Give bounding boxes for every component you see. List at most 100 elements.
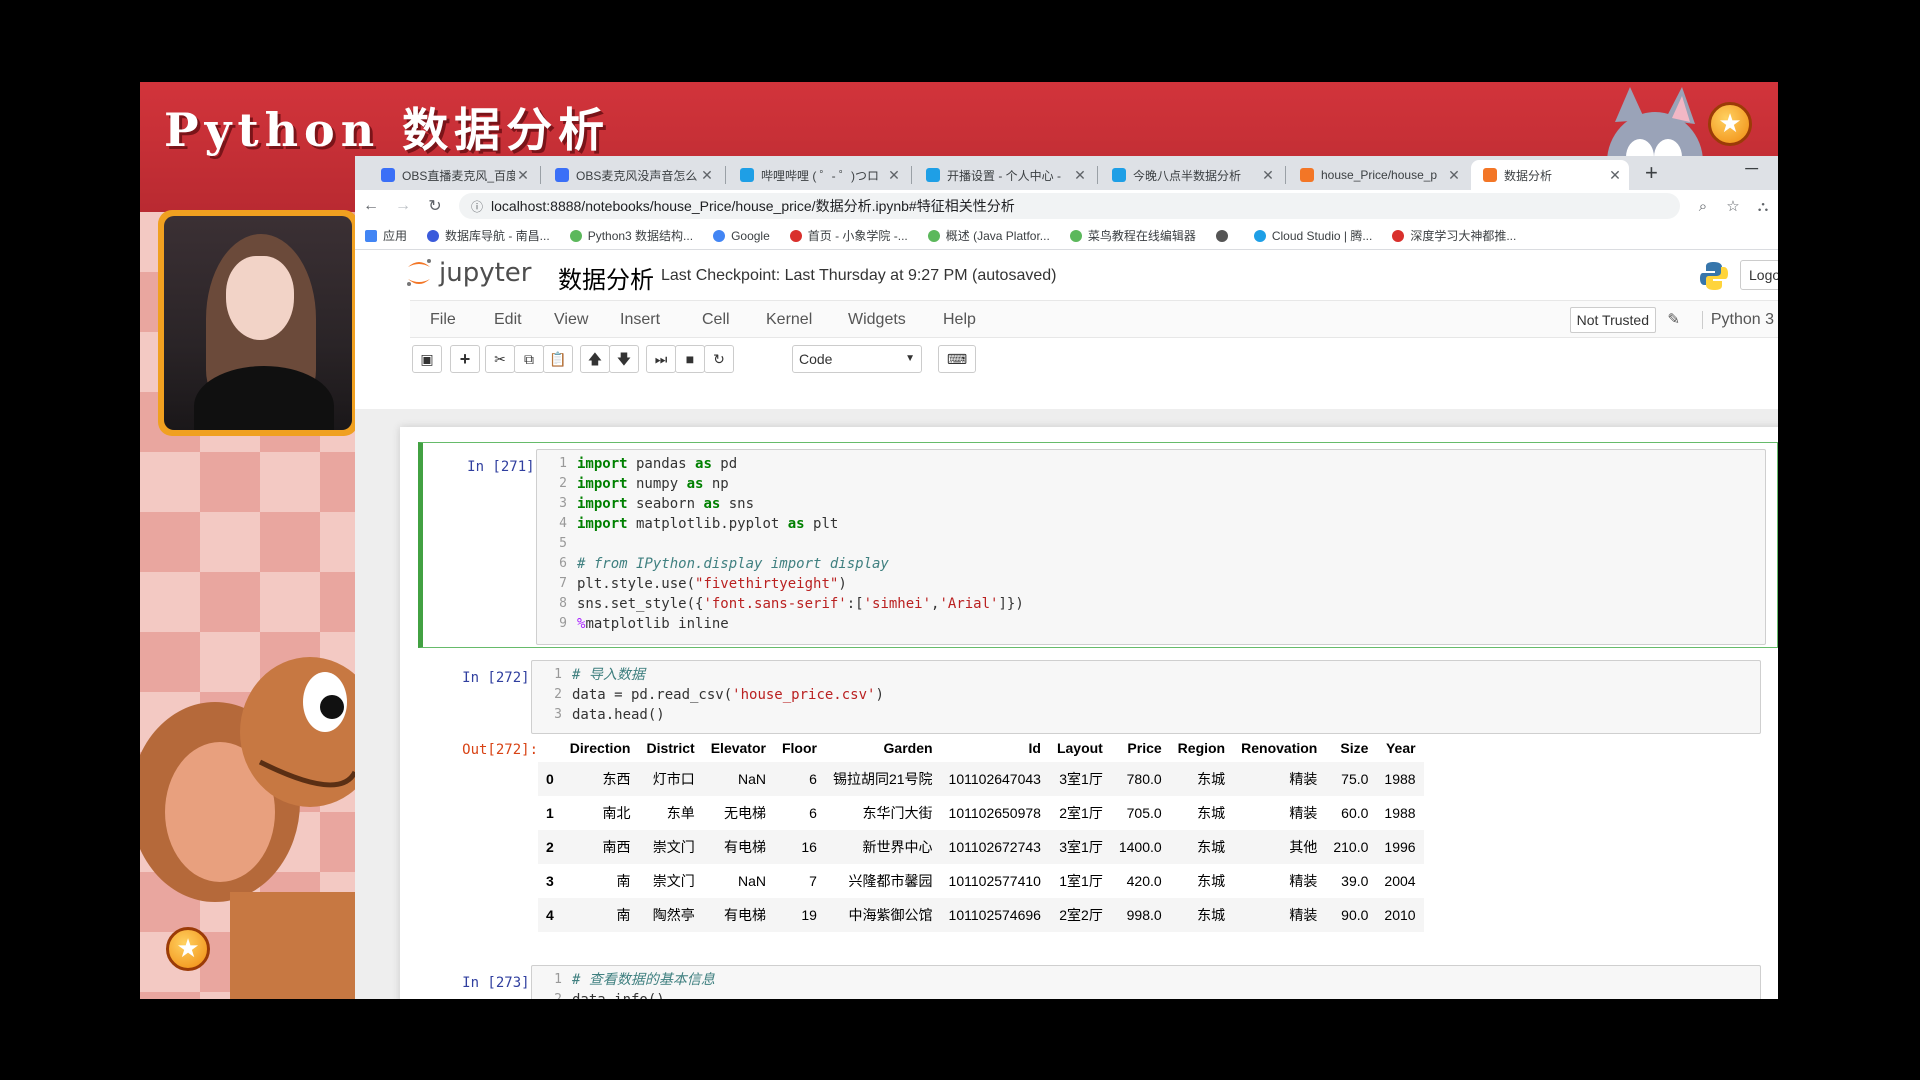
close-icon[interactable]: ✕ xyxy=(886,167,902,184)
browser-tab[interactable]: 今晚八点半数据分析 ✕ xyxy=(1100,160,1282,190)
bookmark-favicon-icon xyxy=(1392,229,1405,242)
table-cell: 精装 xyxy=(1289,771,1318,787)
column-header: Floor xyxy=(781,740,817,756)
table-cell: 1996 xyxy=(1384,839,1416,855)
table-cell: NaN xyxy=(737,771,766,787)
close-icon[interactable]: ✕ xyxy=(699,167,715,184)
browser-tab[interactable]: house_Price/house_p ✕ xyxy=(1288,160,1468,190)
close-icon[interactable]: ✕ xyxy=(1072,167,1088,184)
close-icon[interactable]: ✕ xyxy=(1260,167,1276,184)
bookmark-item[interactable]: 菜鸟教程在线编辑器 xyxy=(1069,227,1196,244)
bookmark-item[interactable]: Python3 数据结构... xyxy=(569,227,693,244)
minimize-icon[interactable]: ─ xyxy=(1745,158,1758,179)
table-cell: 南北 xyxy=(602,805,631,821)
browser-tab[interactable]: OBS直播麦克风_百度 ✕ xyxy=(369,160,537,190)
run-icon[interactable]: ⏭ xyxy=(646,345,676,373)
menu-cell[interactable]: Cell xyxy=(702,311,730,329)
code-editor[interactable]: 1 import pandas as pd 2 import numpy as np… xyxy=(536,449,1766,645)
code-cell[interactable]: In [271]: 1 import pandas as pd 2 import n… xyxy=(418,442,1778,648)
table-cell: 有电梯 xyxy=(723,907,766,923)
table-cell: 60.0 xyxy=(1341,805,1369,821)
tab-strip: OBS直播麦克风_百度 ✕ OBS麦克风没声音怎么 ✕ 哔哩哔哩 ( ゜- ゜)… xyxy=(355,156,1778,190)
copy-icon[interactable]: ⧉ xyxy=(514,345,544,373)
back-arrow-icon[interactable]: ← xyxy=(355,197,387,215)
close-icon[interactable]: ✕ xyxy=(515,167,531,184)
table-cell: 75.0 xyxy=(1341,771,1369,787)
move-up-icon[interactable]: 🡅 xyxy=(580,345,610,373)
jupyter-favicon-icon xyxy=(1483,168,1497,182)
browser-tab[interactable]: 哔哩哔哩 ( ゜- ゜)つロ ✕ xyxy=(728,160,908,190)
table-cell: 锡拉胡同21号院 xyxy=(832,771,933,787)
row-index: 4 xyxy=(546,907,554,923)
cell-type-select[interactable]: Code ▼ xyxy=(792,345,922,373)
bookmark-item[interactable]: 深度学习大神都推... xyxy=(1392,227,1516,244)
column-header: District xyxy=(646,740,695,756)
move-down-icon[interactable]: 🡇 xyxy=(609,345,639,373)
paw-icon xyxy=(555,168,569,182)
browser-tab[interactable]: OBS麦克风没声音怎么 ✕ xyxy=(543,160,721,190)
paste-icon[interactable]: 📋 xyxy=(543,345,573,373)
cut-icon[interactable]: ✂ xyxy=(485,345,515,373)
bookmark-item[interactable] xyxy=(1215,229,1234,242)
menu-view[interactable]: View xyxy=(554,311,588,329)
row-index: 2 xyxy=(546,839,554,855)
code-cell[interactable]: In [272]: 1 # 导入数据 2 data = pd.read_csv('h… xyxy=(418,654,1778,954)
browser-tab-active[interactable]: 数据分析 ✕ xyxy=(1471,160,1629,190)
stop-icon[interactable]: ■ xyxy=(675,345,705,373)
save-icon[interactable]: ▣ xyxy=(412,345,442,373)
checkpoint-status: Last Checkpoint: Last Thursday at 9:27 P… xyxy=(661,267,1057,284)
new-tab-button[interactable]: + xyxy=(1645,160,1658,186)
jupyter-favicon-icon xyxy=(1300,168,1314,182)
notebook-name[interactable]: 数据分析 xyxy=(558,260,654,295)
logout-button[interactable]: Logo xyxy=(1740,260,1778,290)
table-cell: 南 xyxy=(616,907,631,923)
tv-icon xyxy=(740,168,754,182)
code-editor[interactable]: 1 # 导入数据 2 data = pd.read_csv('house_price… xyxy=(531,660,1761,734)
table-cell: 1400.0 xyxy=(1118,839,1162,855)
star-badge-icon: ★ xyxy=(166,927,210,971)
table-cell: 2室2厅 xyxy=(1059,907,1103,923)
star-badge-icon: ★ xyxy=(1708,102,1752,146)
info-icon[interactable]: ⓘ xyxy=(471,198,483,215)
restart-icon[interactable]: ↻ xyxy=(704,345,734,373)
url-bar[interactable]: ⓘ localhost:8888/notebooks/house_Price/h… xyxy=(459,193,1680,219)
code-editor[interactable]: 1# 查看数据的基本信息 2data.info() xyxy=(531,965,1761,999)
table-cell: 东城 xyxy=(1197,771,1226,787)
bookmark-item[interactable]: 应用 xyxy=(365,227,407,244)
apps-grid-icon xyxy=(365,229,377,242)
column-header: Id xyxy=(1028,740,1041,756)
menu-widgets[interactable]: Widgets xyxy=(848,311,906,329)
table-cell: 3室1厅 xyxy=(1059,771,1103,787)
keyboard-icon[interactable]: ⌨ xyxy=(938,345,976,373)
bookmark-item[interactable]: 概述 (Java Platfor... xyxy=(927,227,1050,244)
bookmark-favicon-icon xyxy=(1069,229,1082,242)
menu-insert[interactable]: Insert xyxy=(620,311,660,329)
close-icon[interactable]: ✕ xyxy=(1446,167,1462,184)
menu-kernel[interactable]: Kernel xyxy=(766,311,812,329)
menu-file[interactable]: File xyxy=(430,311,456,329)
pencil-icon[interactable]: ✎ xyxy=(1667,310,1680,328)
table-cell: 3室1厅 xyxy=(1059,839,1103,855)
bookmark-item[interactable]: Cloud Studio | 腾... xyxy=(1253,227,1372,244)
bookmark-star-icon[interactable]: ☆ xyxy=(1718,197,1748,215)
reload-icon[interactable]: ↻ xyxy=(419,196,451,216)
browser-tab[interactable]: 开播设置 - 个人中心 - ✕ xyxy=(914,160,1094,190)
code-cell[interactable]: In [273]: 1# 查看数据的基本信息 2data.info() xyxy=(418,959,1778,999)
extension-icon[interactable]: ⛬ xyxy=(1748,198,1778,215)
jupyter-logo[interactable]: jupyter xyxy=(405,258,531,288)
trust-button[interactable]: Not Trusted xyxy=(1569,307,1656,333)
bookmark-item[interactable]: 首页 - 小象学院 -... xyxy=(789,227,908,244)
notebook-page: In [271]: 1 import pandas as pd 2 import n… xyxy=(400,427,1778,999)
zoom-icon[interactable]: ⌕ xyxy=(1688,198,1718,215)
close-icon[interactable]: ✕ xyxy=(1607,167,1623,184)
table-cell: 780.0 xyxy=(1126,771,1162,787)
menu-help[interactable]: Help xyxy=(943,311,976,329)
table-cell: 2室1厅 xyxy=(1059,805,1103,821)
table-cell: 101102574696 xyxy=(948,907,1041,923)
bookmark-item[interactable]: 数据库导航 - 南昌... xyxy=(427,227,550,244)
bookmark-item[interactable]: Google xyxy=(713,229,770,243)
table-cell: 705.0 xyxy=(1126,805,1162,821)
add-cell-icon[interactable]: + xyxy=(450,345,480,373)
forward-arrow-icon[interactable]: → xyxy=(387,197,419,215)
menu-edit[interactable]: Edit xyxy=(494,311,522,329)
